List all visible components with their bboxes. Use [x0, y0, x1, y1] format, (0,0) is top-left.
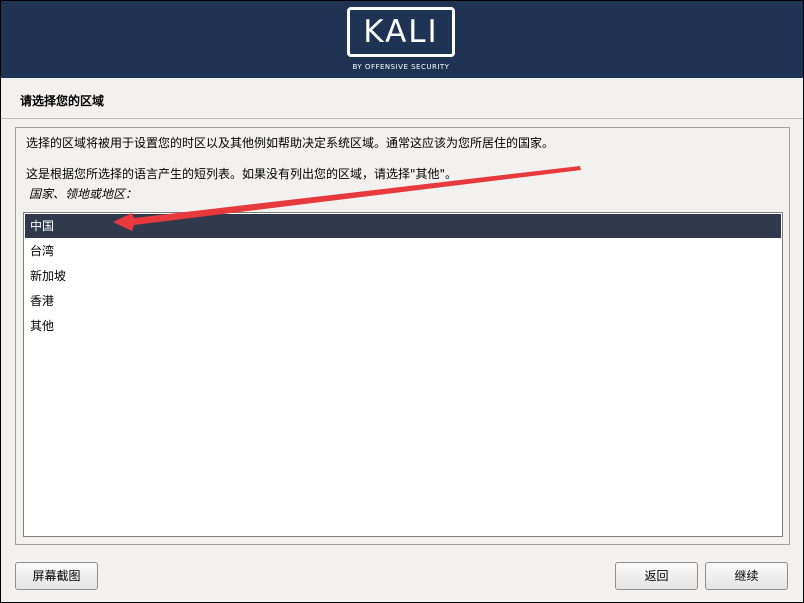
back-button[interactable]: 返回 [615, 562, 698, 590]
list-item-hong-kong[interactable]: 香港 [25, 289, 781, 313]
note-text: 这是根据您所选择的语言产生的短列表。如果没有列出您的区域，请选择"其他"。 [26, 167, 458, 181]
list-item-taiwan[interactable]: 台湾 [25, 239, 781, 263]
continue-button[interactable]: 继续 [705, 562, 788, 590]
page-title: 请选择您的区域 [20, 94, 105, 108]
region-listbox[interactable]: 中国 台湾 新加坡 香港 其他 [23, 212, 783, 537]
installer-window: KALI BY OFFENSIVE SECURITY 请选择您的区域 选择的区域… [1, 1, 803, 602]
kali-logo: KALI [347, 7, 455, 57]
list-item-other[interactable]: 其他 [25, 314, 781, 338]
description-text: 选择的区域将被用于设置您的时区以及其他例如帮助决定系统区域。通常这应该为您所居住… [26, 136, 555, 150]
content-panel: 选择的区域将被用于设置您的时区以及其他例如帮助决定系统区域。通常这应该为您所居住… [15, 127, 790, 545]
logo-text: KALI [363, 13, 439, 50]
kali-banner: KALI BY OFFENSIVE SECURITY [1, 1, 803, 78]
divider [1, 118, 803, 119]
logo-subtitle: BY OFFENSIVE SECURITY [352, 63, 450, 71]
list-item-china[interactable]: 中国 [25, 214, 781, 238]
list-label: 国家、领地或地区： [29, 187, 138, 201]
screenshot-button[interactable]: 屏幕截图 [15, 562, 98, 590]
list-item-singapore[interactable]: 新加坡 [25, 264, 781, 288]
